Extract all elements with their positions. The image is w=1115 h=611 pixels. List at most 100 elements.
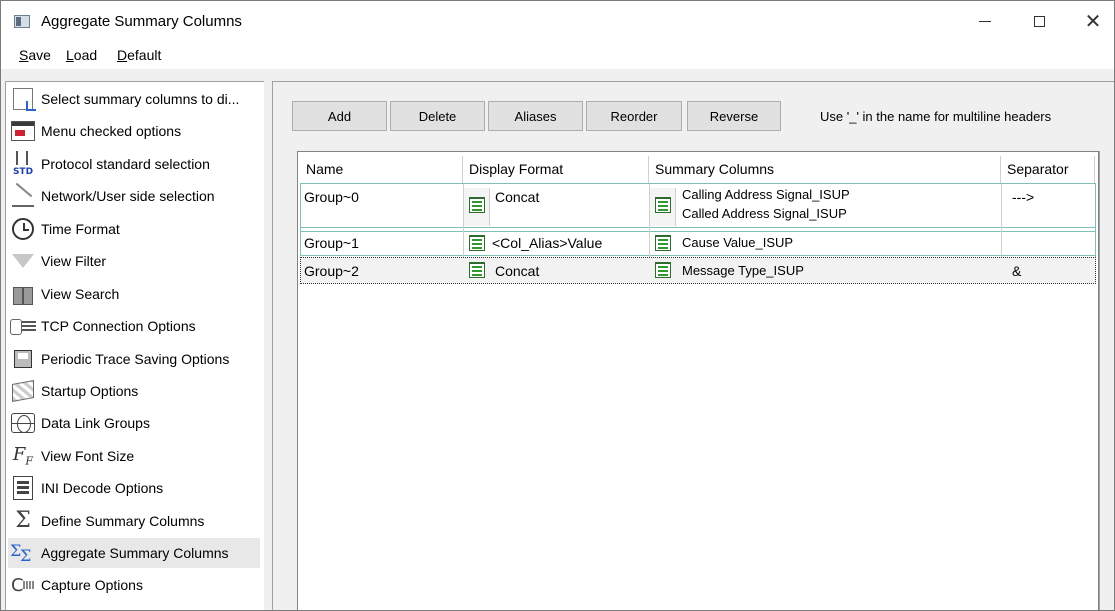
minimize-button[interactable] — [962, 1, 1008, 41]
flag-icon — [8, 378, 38, 404]
app-icon — [14, 15, 30, 28]
list-format-icon[interactable] — [469, 197, 485, 213]
menu-save[interactable]: Save — [19, 47, 51, 63]
row0-summary-line2[interactable]: Called Address Signal_ISUP — [682, 206, 847, 221]
menu-default-accel: D — [117, 47, 128, 63]
sidebar-item-aggregate-summary-columns[interactable]: Aggregate Summary Columns — [8, 538, 260, 568]
list-columns-icon[interactable] — [655, 235, 671, 251]
sidebar-item-label: Menu checked options — [41, 123, 182, 139]
sidebar-item-label: Protocol standard selection — [41, 156, 210, 172]
row0-separator[interactable]: ---> — [1012, 189, 1034, 205]
window-title: Aggregate Summary Columns — [41, 13, 242, 30]
maximize-button[interactable] — [1016, 1, 1062, 41]
aliases-button[interactable]: Aliases — [488, 101, 583, 131]
sidebar-item-startup-options[interactable]: Startup Options — [8, 376, 260, 406]
list-format-icon[interactable] — [469, 235, 485, 251]
menu-save-accel: S — [19, 47, 29, 63]
sidebar-item-label: TCP Connection Options — [41, 318, 196, 334]
save-icon — [8, 346, 38, 372]
row2-separator[interactable]: & — [1012, 263, 1021, 279]
sidebar-item-label: Time Format — [41, 221, 120, 237]
menu-default[interactable]: Default — [117, 47, 161, 63]
row0-name: Group~0 — [304, 189, 359, 205]
header-name[interactable]: Name — [300, 156, 463, 184]
sidebar-item-capture-options[interactable]: Capture Options — [8, 570, 260, 600]
row-border — [300, 183, 1096, 184]
minimize-icon — [979, 20, 991, 22]
grid-scroll-edge — [1099, 151, 1103, 610]
sidebar-item-view-filter[interactable]: View Filter — [8, 246, 260, 276]
funnel-icon — [8, 248, 38, 274]
sidebar-item-label: Startup Options — [41, 383, 139, 399]
column-divider — [300, 184, 301, 256]
row-border — [300, 231, 1096, 232]
sidebar-item-label: Network/User side selection — [41, 188, 215, 204]
menu-save-label: ave — [28, 47, 51, 63]
add-button[interactable]: Add — [292, 101, 387, 131]
maximize-icon — [1033, 15, 1045, 27]
main-window: Aggregate Summary Columns ✕ Save Load De… — [0, 0, 1115, 611]
sidebar-item-tcp-connection[interactable]: TCP Connection Options — [8, 311, 260, 341]
sidebar-item-label: View Filter — [41, 253, 107, 269]
menu-icon — [8, 118, 38, 144]
header-separator[interactable]: Separator — [1001, 156, 1095, 184]
sidebar-item-protocol-standard[interactable]: STD Protocol standard selection — [8, 149, 260, 179]
list-format-icon[interactable] — [469, 262, 485, 278]
menu-bar: Save Load Default — [1, 41, 1114, 69]
sidebar-item-view-search[interactable]: View Search — [8, 279, 260, 309]
sidebar-item-ini-decode[interactable]: INI Decode Options — [8, 473, 260, 503]
row0-format[interactable]: Concat — [495, 189, 539, 205]
menu-default-label: efault — [127, 47, 162, 63]
reverse-button[interactable]: Reverse — [687, 101, 781, 131]
header-summary-columns[interactable]: Summary Columns — [649, 156, 1001, 184]
row2-format[interactable]: Concat — [495, 263, 539, 279]
sidebar-item-label: Define Summary Columns — [41, 513, 205, 529]
network-icon — [8, 183, 38, 209]
sidebar-item-data-link-groups[interactable]: Data Link Groups — [8, 408, 260, 438]
sidebar-item-label: Select summary columns to di... — [41, 91, 240, 107]
ini-icon — [8, 475, 38, 501]
std-icon: STD — [8, 151, 38, 177]
list-columns-icon[interactable] — [655, 262, 671, 278]
multiline-hint: Use '_' in the name for multiline header… — [820, 109, 1052, 124]
sigma-icon: Σ — [15, 508, 31, 533]
sidebar-item-define-summary-columns[interactable]: Σ Define Summary Columns — [8, 506, 260, 536]
row-border — [300, 255, 1096, 256]
sidebar-item-label: Periodic Trace Saving Options — [41, 351, 230, 367]
list-columns-icon[interactable] — [655, 197, 671, 213]
sidebar-item-menu-checked-options[interactable]: Menu checked options — [8, 116, 260, 146]
sidebar-item-label: Capture Options — [41, 577, 143, 593]
sidebar-item-label: View Search — [41, 286, 120, 302]
sidebar-item-view-font-size[interactable]: FF View Font Size — [8, 441, 260, 471]
row1-name: Group~1 — [304, 235, 359, 251]
row2-name: Group~2 — [304, 263, 359, 279]
font-size-icon: FF — [12, 444, 34, 468]
aggregate-icon — [8, 540, 38, 566]
sidebar-item-time-format[interactable]: Time Format — [8, 214, 260, 244]
menu-load-accel: L — [66, 47, 74, 63]
header-display-format[interactable]: Display Format — [463, 156, 649, 184]
delete-button[interactable]: Delete — [390, 101, 485, 131]
sidebar-item-periodic-trace-saving[interactable]: Periodic Trace Saving Options — [8, 344, 260, 374]
row1-format[interactable]: <Col_Alias>Value — [492, 235, 602, 251]
reorder-button[interactable]: Reorder — [586, 101, 682, 131]
row1-summary-line1[interactable]: Cause Value_ISUP — [682, 235, 793, 250]
close-button[interactable]: ✕ — [1070, 1, 1114, 41]
row0-summary-line1[interactable]: Calling Address Signal_ISUP — [682, 187, 850, 202]
title-bar: Aggregate Summary Columns ✕ — [1, 1, 1114, 41]
clock-icon — [8, 216, 38, 242]
globe-icon — [8, 410, 38, 436]
binoculars-icon — [8, 281, 38, 307]
row-border — [300, 227, 1096, 228]
sidebar-item-network-user-side[interactable]: Network/User side selection — [8, 181, 260, 211]
menu-load-label: oad — [73, 47, 98, 63]
capture-icon — [8, 572, 38, 598]
sidebar-item-label: View Font Size — [41, 448, 135, 464]
menu-load[interactable]: Load — [66, 47, 97, 63]
options-sidebar: Select summary columns to di... Menu che… — [5, 81, 264, 610]
sidebar-item-label: INI Decode Options — [41, 480, 164, 496]
tcp-icon — [8, 313, 38, 339]
sidebar-item-select-summary-columns[interactable]: Select summary columns to di... — [8, 84, 260, 114]
row2-summary-line1[interactable]: Message Type_ISUP — [682, 263, 804, 278]
sidebar-item-label: Aggregate Summary Columns — [41, 545, 229, 561]
